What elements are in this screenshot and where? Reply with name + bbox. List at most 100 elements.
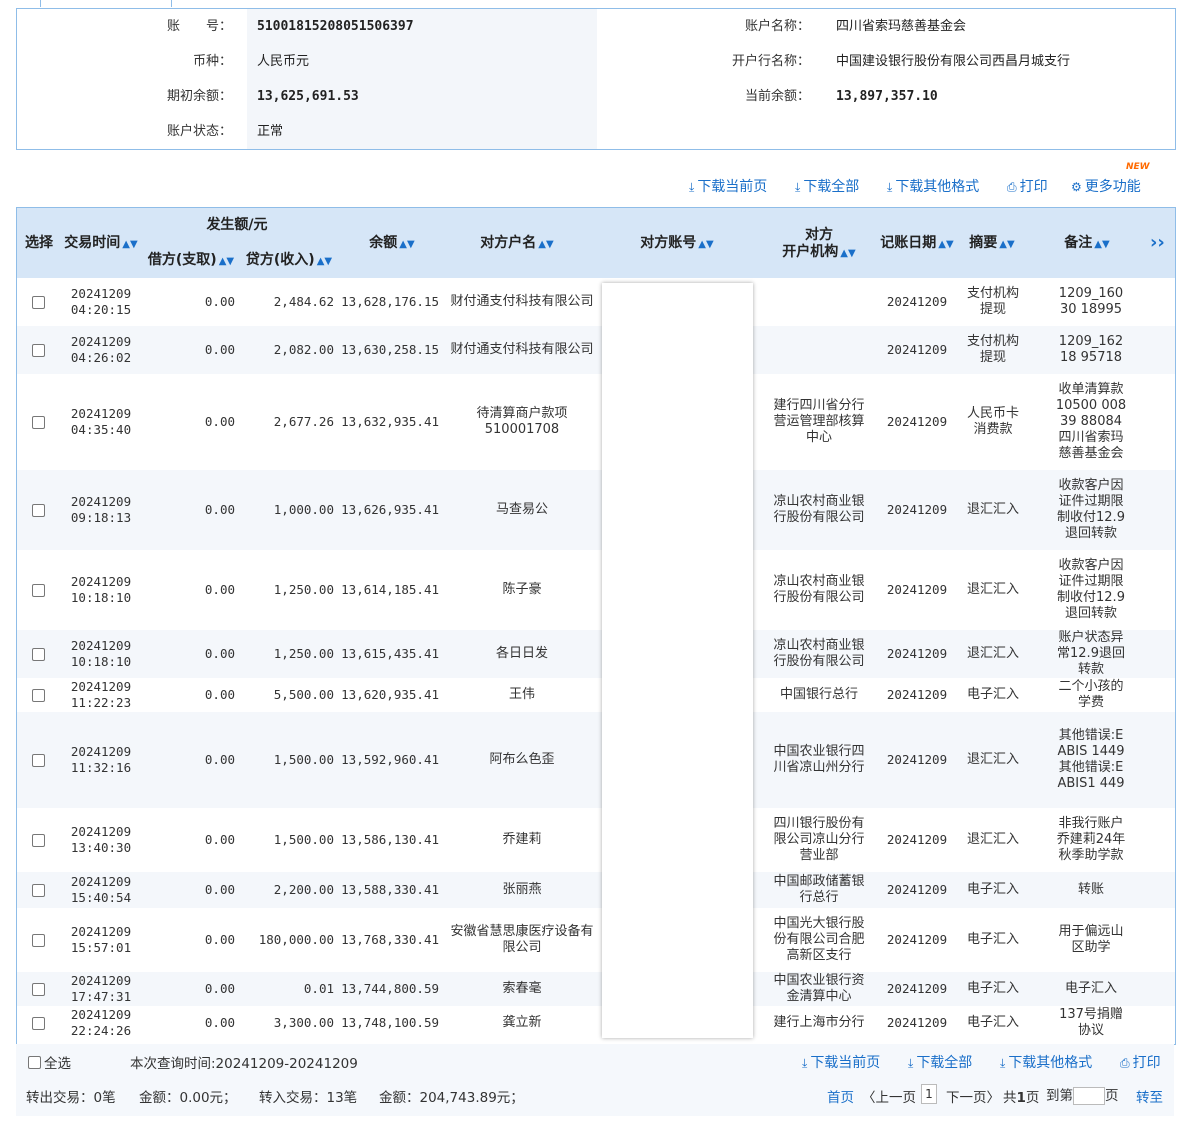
party-name: 财付通支付科技有限公司 xyxy=(450,294,594,309)
credit-amount: 1,250.00 xyxy=(273,582,334,597)
download-icon: ⤓ xyxy=(887,180,893,194)
download-all-button[interactable]: ⤓ 下载全部 xyxy=(795,176,859,196)
gear-icon: ⚙ xyxy=(1071,180,1082,194)
active-tab[interactable] xyxy=(40,0,172,7)
sort-icon: ▲▼ xyxy=(316,256,333,267)
checkbox-icon xyxy=(31,688,45,702)
col-summary[interactable]: 摘要 ▲▼ xyxy=(962,235,1022,253)
col-debit[interactable]: 借方(支取) ▲▼ xyxy=(141,252,241,270)
first-page-link[interactable]: 首页 xyxy=(827,1086,854,1106)
col-post-date[interactable]: 记账日期 ▲▼ xyxy=(877,235,957,253)
row-checkbox[interactable] xyxy=(27,470,49,550)
col-balance[interactable]: 余额 ▲▼ xyxy=(347,235,437,253)
row-checkbox[interactable] xyxy=(27,326,49,374)
more-functions-button[interactable]: ⚙ 更多功能 xyxy=(1071,176,1141,196)
info-row-account: 账 号： 51001815208051506397 账户名称： 四川省索玛慈善基… xyxy=(17,9,1175,44)
download-page-button[interactable]: ⤓ 下载当前页 xyxy=(689,176,767,196)
row-checkbox[interactable] xyxy=(27,712,49,808)
prev-page-link[interactable]: 〈上一页 xyxy=(862,1086,916,1106)
table-row[interactable]: 20241209 04:20:15 0.00 2,484.62 13,628,176.1… xyxy=(17,278,1175,326)
table-row[interactable]: 20241209 10:18:10 0.00 1,250.00 13,614,185.4… xyxy=(17,550,1175,630)
table-row[interactable]: 20241209 13:40:30 0.00 1,500.00 13,586,130.4… xyxy=(17,808,1175,872)
debit-amount: 0.00 xyxy=(204,1015,235,1030)
table-row[interactable]: 20241209 04:26:02 0.00 2,082.00 13,630,258.1… xyxy=(17,326,1175,374)
table-row[interactable]: 20241209 11:32:16 0.00 1,500.00 13,592,960.4… xyxy=(17,712,1175,808)
row-checkbox[interactable] xyxy=(27,808,49,872)
col-party-bank[interactable]: 对方 开户机构 ▲▼ xyxy=(769,227,869,262)
col-remark[interactable]: 备注 ▲▼ xyxy=(1052,235,1122,253)
party-name: 安徽省慧思康医疗设备有限公司 xyxy=(450,924,594,955)
select-all-checkbox[interactable]: 全选 xyxy=(28,1052,71,1072)
table-row[interactable]: 20241209 04:35:40 0.00 2,677.26 13,632,935.4… xyxy=(17,374,1175,470)
party-bank xyxy=(769,278,869,326)
row-checkbox[interactable] xyxy=(27,550,49,630)
sort-icon: ▲▼ xyxy=(698,239,714,250)
balance-amount: 13,588,330.41 xyxy=(341,882,439,897)
expand-columns-icon[interactable]: ›› xyxy=(1150,232,1165,253)
party-name: 马查易公 xyxy=(495,502,548,517)
credit-amount: 180,000.00 xyxy=(258,932,334,947)
download-other-button[interactable]: ⤓ 下载其他格式 xyxy=(887,176,979,196)
row-checkbox[interactable] xyxy=(27,872,49,908)
footer-download-other-button[interactable]: ⤓ 下载其他格式 xyxy=(1000,1052,1092,1072)
table-row[interactable]: 20241209 17:47:31 0.00 0.01 13,744,800.59 索春毫… xyxy=(17,972,1175,1006)
table-row[interactable]: 20241209 22:24:26 0.00 3,300.00 13,748,100.5… xyxy=(17,1006,1175,1040)
print-button[interactable]: ⎙ 打印 xyxy=(1007,176,1048,196)
status-value: 正常 xyxy=(257,124,284,139)
post-date: 20241209 xyxy=(886,294,948,309)
row-checkbox[interactable] xyxy=(27,678,49,712)
tx-summary: 退汇汇入 xyxy=(966,752,1019,767)
sort-icon: ▲▼ xyxy=(122,239,138,250)
tx-remark: 收款客户因证件过期限制收付12.9退回转款 xyxy=(1057,558,1125,621)
checkbox-icon xyxy=(31,982,45,996)
row-checkbox[interactable] xyxy=(27,908,49,972)
party-name: 各日日发 xyxy=(495,646,548,661)
table-row[interactable]: 20241209 10:18:10 0.00 1,250.00 13,615,435.4… xyxy=(17,630,1175,678)
account-no-value: 51001815208051506397 xyxy=(257,19,414,34)
in-tx-amount: 金额：204,743.89元； xyxy=(379,1090,524,1106)
download-icon: ⤓ xyxy=(908,1056,914,1070)
tx-date: 20241209 xyxy=(70,973,132,988)
party-name: 阿布么色歪 xyxy=(489,752,555,767)
jump-page-input[interactable] xyxy=(1073,1087,1105,1105)
footer-print-button[interactable]: ⎙ 打印 xyxy=(1120,1052,1161,1072)
col-time[interactable]: 交易时间 ▲▼ xyxy=(61,235,141,253)
tx-clock: 09:18:13 xyxy=(70,510,132,525)
credit-amount: 0.01 xyxy=(303,981,334,996)
footer-download-all-button[interactable]: ⤓ 下载全部 xyxy=(908,1052,972,1072)
table-row[interactable]: 20241209 15:57:01 0.00 180,000.00 13,768,330… xyxy=(17,908,1175,972)
party-bank: 中国光大银行股份有限公司合肥高新区支行 xyxy=(773,916,865,963)
tx-date: 20241209 xyxy=(70,638,132,653)
col-party-account[interactable]: 对方账号 ▲▼ xyxy=(627,235,727,253)
row-checkbox[interactable] xyxy=(27,278,49,326)
tx-clock: 15:57:01 xyxy=(70,940,132,955)
checkbox-icon xyxy=(31,583,45,597)
footer-download-page-button[interactable]: ⤓ 下载当前页 xyxy=(802,1052,880,1072)
debit-amount: 0.00 xyxy=(204,752,235,767)
credit-amount: 2,082.00 xyxy=(273,342,334,357)
col-credit[interactable]: 贷方(收入) ▲▼ xyxy=(241,252,337,270)
tx-remark: 收款客户因证件过期限制收付12.9退回转款 xyxy=(1057,478,1125,541)
row-checkbox[interactable] xyxy=(27,1006,49,1040)
col-party-name[interactable]: 对方户名 ▲▼ xyxy=(457,235,577,253)
row-checkbox[interactable] xyxy=(27,972,49,1006)
table-row[interactable]: 20241209 15:40:54 0.00 2,200.00 13,588,330.4… xyxy=(17,872,1175,908)
party-bank: 凉山农村商业银行股份有限公司 xyxy=(773,494,865,525)
balance-amount: 13,748,100.59 xyxy=(341,1015,439,1030)
tx-remark: 其他错误:EABIS 1449其他错误:EABIS1 449 xyxy=(1057,728,1125,791)
party-bank: 建行上海市分行 xyxy=(773,1015,865,1030)
party-name: 龚立新 xyxy=(502,1015,542,1030)
debit-amount: 0.00 xyxy=(204,294,235,309)
go-button[interactable]: 转至 xyxy=(1136,1086,1163,1106)
party-bank: 建行四川省分行营运管理部核算中心 xyxy=(773,398,865,445)
table-row[interactable]: 20241209 09:18:13 0.00 1,000.00 13,626,935.4… xyxy=(17,470,1175,550)
table-row[interactable]: 20241209 11:22:23 0.00 5,500.00 13,620,935.4… xyxy=(17,678,1175,712)
debit-amount: 0.00 xyxy=(204,646,235,661)
row-checkbox[interactable] xyxy=(27,630,49,678)
account-name-value: 四川省索玛慈善基金会 xyxy=(836,19,967,34)
row-checkbox[interactable] xyxy=(27,374,49,470)
tab-strip xyxy=(16,0,1176,9)
status-label: 账户状态： xyxy=(166,124,232,139)
next-page-link[interactable]: 下一页〉 xyxy=(946,1086,1000,1106)
party-bank: 四川银行股份有限公司凉山分行营业部 xyxy=(773,816,865,863)
